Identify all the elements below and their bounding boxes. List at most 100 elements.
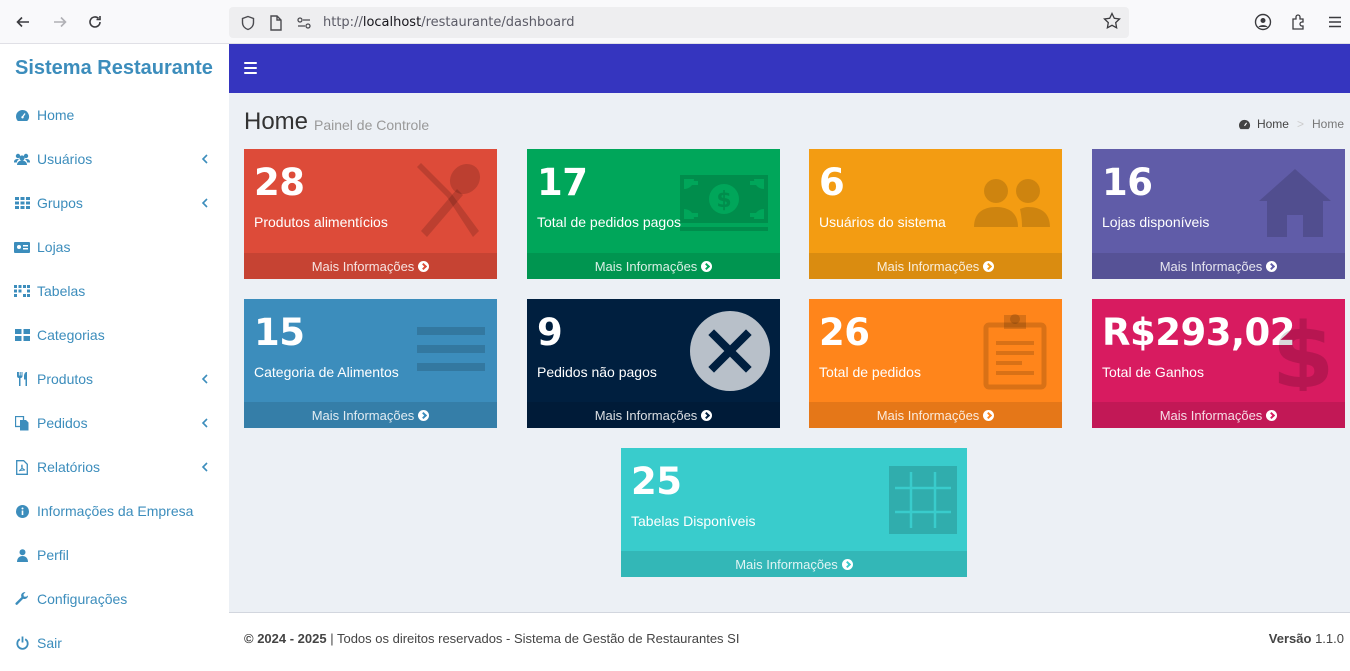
more-info-link[interactable]: Mais Informações bbox=[244, 402, 497, 428]
more-info-link[interactable]: Mais Informações bbox=[809, 253, 1062, 279]
box-value: 15 bbox=[254, 311, 305, 354]
breadcrumb-separator: > bbox=[1296, 117, 1304, 131]
sidebar-item-label: Usuários bbox=[37, 151, 93, 167]
box-label: Pedidos não pagos bbox=[537, 364, 657, 380]
wrench-icon bbox=[14, 591, 30, 607]
table-icon bbox=[14, 283, 30, 299]
arrow-circle-right-icon bbox=[418, 409, 430, 421]
more-info-link[interactable]: Mais Informações bbox=[1092, 253, 1345, 279]
cutlery-icon bbox=[417, 163, 481, 237]
page-subtitle: Painel de Controle bbox=[314, 117, 430, 133]
box-value: 25 bbox=[631, 460, 682, 503]
grid-icon bbox=[14, 195, 30, 211]
box-label: Total de pedidos bbox=[819, 364, 921, 380]
sidebar-item-label: Grupos bbox=[37, 195, 83, 211]
forward-arrow-icon[interactable] bbox=[48, 10, 72, 34]
sidebar-item-perfil[interactable]: Perfil bbox=[0, 533, 229, 577]
sidebar-item-home[interactable]: Home bbox=[0, 93, 229, 137]
top-navbar bbox=[229, 44, 1350, 93]
categories-icon bbox=[14, 327, 30, 343]
dollar-icon: $ bbox=[1272, 311, 1335, 391]
sidebar-item-categorias[interactable]: Categorias bbox=[0, 313, 229, 357]
sidebar-item-produtos[interactable]: Produtos bbox=[0, 357, 229, 401]
arrow-circle-right-icon bbox=[1266, 409, 1278, 421]
box-label: Lojas disponíveis bbox=[1102, 214, 1210, 230]
sidebar-item-sair[interactable]: Sair bbox=[0, 621, 229, 665]
hamburger-menu-icon[interactable] bbox=[244, 62, 257, 74]
arrow-circle-right-icon bbox=[841, 558, 853, 570]
shield-icon[interactable] bbox=[237, 12, 259, 34]
box-value: 16 bbox=[1102, 161, 1153, 204]
more-info-link[interactable]: Mais Informações bbox=[809, 402, 1062, 428]
table-grid-icon bbox=[889, 466, 957, 534]
url-text[interactable]: http://localhost/restaurante/dashboard bbox=[323, 15, 575, 30]
svg-text:$: $ bbox=[716, 188, 731, 213]
more-info-link[interactable]: Mais Informações bbox=[527, 402, 780, 428]
box-label: Tabelas Disponíveis bbox=[631, 513, 756, 529]
box-label: Categoria de Alimentos bbox=[254, 364, 399, 380]
more-info-link[interactable]: Mais Informações bbox=[1092, 402, 1345, 428]
arrow-circle-right-icon bbox=[701, 260, 713, 272]
box-value: 26 bbox=[819, 311, 870, 354]
box-value: 28 bbox=[254, 161, 305, 204]
box-label: Total de Ganhos bbox=[1102, 364, 1204, 380]
sidebar-item-label: Sair bbox=[37, 635, 62, 651]
svg-text:$: $ bbox=[1272, 311, 1335, 391]
page-icon[interactable] bbox=[265, 12, 287, 34]
sidebar-item-usuarios[interactable]: Usuários bbox=[0, 137, 229, 181]
sidebar-item-label: Relatórios bbox=[37, 459, 101, 475]
address-bar[interactable]: http://localhost/restaurante/dashboard bbox=[229, 7, 1129, 38]
chevron-left-icon bbox=[201, 460, 211, 474]
user-icon bbox=[14, 547, 30, 563]
sidebar-item-pedidos[interactable]: Pedidos bbox=[0, 401, 229, 445]
dashboard-icon bbox=[1238, 119, 1251, 130]
sidebar-item-informacoes-empresa[interactable]: Informações da Empresa bbox=[0, 489, 229, 533]
sidebar-item-label: Informações da Empresa bbox=[37, 503, 194, 519]
back-arrow-icon[interactable] bbox=[11, 10, 35, 34]
more-info-link[interactable]: Mais Informações bbox=[621, 551, 967, 577]
bookmark-star-icon[interactable] bbox=[1103, 11, 1121, 35]
more-info-link[interactable]: Mais Informações bbox=[244, 253, 497, 279]
arrow-circle-right-icon bbox=[701, 409, 713, 421]
sidebar-item-tabelas[interactable]: Tabelas bbox=[0, 269, 229, 313]
extensions-icon[interactable] bbox=[1288, 11, 1310, 33]
menu-icon[interactable] bbox=[1324, 11, 1346, 33]
arrow-circle-right-icon bbox=[418, 260, 430, 272]
sidebar-item-label: Home bbox=[37, 107, 75, 123]
info-box-total-ganhos: R$293,02 Total de Ganhos $ Mais Informaç… bbox=[1092, 299, 1345, 428]
chevron-left-icon bbox=[201, 196, 211, 210]
reload-icon[interactable] bbox=[83, 10, 107, 34]
money-icon: $ bbox=[680, 175, 768, 231]
brand-logo-text[interactable]: Sistema Restaurante bbox=[0, 44, 229, 93]
more-info-link[interactable]: Mais Informações bbox=[527, 253, 780, 279]
browser-toolbar: http://localhost/restaurante/dashboard bbox=[0, 0, 1350, 44]
info-box-pedidos-nao-pagos: 9 Pedidos não pagos Mais Informações bbox=[527, 299, 780, 428]
store-icon bbox=[14, 239, 30, 255]
chevron-left-icon bbox=[201, 372, 211, 386]
info-box-pedidos-pagos: 17 Total de pedidos pagos $ Mais Informa… bbox=[527, 149, 780, 279]
sidebar-item-label: Perfil bbox=[37, 547, 69, 563]
info-box-total-pedidos: 26 Total de pedidos Mais Informações bbox=[809, 299, 1062, 428]
info-icon bbox=[14, 503, 30, 519]
footer-version: Versão 1.1.0 bbox=[1268, 631, 1344, 646]
info-box-tabelas: 25 Tabelas Disponíveis Mais Informações bbox=[621, 448, 967, 577]
info-box-usuarios: 6 Usuários do sistema Mais Informações bbox=[809, 149, 1062, 279]
box-value: 6 bbox=[819, 161, 845, 204]
sidebar-item-label: Configurações bbox=[37, 591, 128, 607]
sidebar-item-grupos[interactable]: Grupos bbox=[0, 181, 229, 225]
arrow-circle-right-icon bbox=[983, 409, 995, 421]
sidebar-item-relatorios[interactable]: Relatórios bbox=[0, 445, 229, 489]
sidebar-item-lojas[interactable]: Lojas bbox=[0, 225, 229, 269]
power-icon bbox=[14, 635, 30, 651]
breadcrumb-link-home[interactable]: Home bbox=[1257, 117, 1289, 131]
permissions-icon[interactable] bbox=[293, 12, 315, 34]
sidebar-item-configuracoes[interactable]: Configurações bbox=[0, 577, 229, 621]
account-icon[interactable] bbox=[1252, 11, 1274, 33]
box-label: Produtos alimentícios bbox=[254, 214, 388, 230]
info-box-produtos: 28 Produtos alimentícios Mais Informaçõe… bbox=[244, 149, 497, 279]
footer-copyright: © 2024 - 2025 | Todos os direitos reserv… bbox=[244, 631, 740, 646]
box-label: Usuários do sistema bbox=[819, 214, 946, 230]
box-label: Total de pedidos pagos bbox=[537, 214, 681, 230]
main-content: Home Painel de Controle Home > Home 28 P… bbox=[229, 93, 1350, 612]
arrow-circle-right-icon bbox=[1266, 260, 1278, 272]
